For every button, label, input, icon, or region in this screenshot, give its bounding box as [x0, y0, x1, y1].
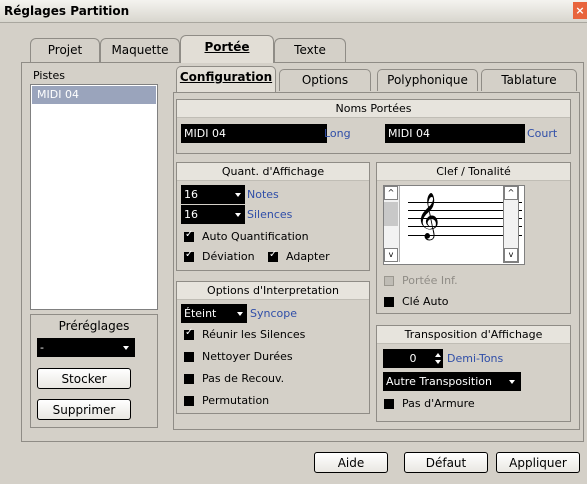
scroll-down-icon[interactable]: v — [384, 248, 398, 262]
scroll-thumb[interactable] — [384, 202, 398, 226]
merge-rests-label: Réunir les Silences — [202, 328, 306, 341]
list-item[interactable]: MIDI 04 — [32, 86, 156, 104]
scroll-down-icon[interactable]: v — [504, 248, 518, 262]
shuffle-checkbox[interactable] — [184, 396, 194, 406]
presets-value: - — [40, 341, 44, 354]
rests-select[interactable]: 16 — [181, 205, 245, 224]
adapt-checkbox[interactable] — [268, 249, 278, 262]
shuffle-label: Permutation — [202, 394, 270, 407]
scroll-up-icon[interactable]: ^ — [384, 186, 398, 200]
apply-button[interactable]: Appliquer — [496, 452, 580, 473]
score-settings-window: Réglages Partition × Projet Maquette Tex… — [0, 0, 587, 484]
no-overlap-checkbox[interactable] — [184, 374, 194, 384]
chevron-down-icon — [237, 312, 243, 316]
other-transpose-value: Autre Transposition — [386, 375, 492, 388]
syncope-label: Syncope — [250, 307, 297, 320]
merge-rests-checkbox[interactable] — [184, 327, 194, 340]
scroll-up-icon[interactable]: ^ — [504, 186, 518, 200]
delete-button[interactable]: Supprimer — [37, 399, 131, 420]
clean-durations-checkbox[interactable] — [184, 352, 194, 362]
notes-label: Notes — [247, 188, 279, 201]
lower-staff-checkbox — [384, 276, 394, 286]
chevron-down-icon — [235, 193, 241, 197]
tab-maquette[interactable]: Maquette — [100, 38, 180, 62]
adapt-label: Adapter — [286, 250, 330, 263]
tab-polyphonique[interactable]: Polyphonique — [377, 69, 478, 91]
transpose-value: 0 — [409, 352, 417, 365]
lower-staff-label: Portée Inf. — [402, 274, 458, 287]
auto-quantize-label: Auto Quantification — [202, 230, 309, 243]
key-scrollbar[interactable]: ^ v — [503, 185, 519, 263]
display-transpose-title: Transposition d'Affichage — [377, 326, 570, 344]
auto-clef-checkbox[interactable] — [384, 297, 394, 307]
tab-projet[interactable]: Projet — [30, 38, 100, 62]
tab-options[interactable]: Options — [279, 69, 371, 91]
interpretation-title: Options d'Interpretation — [177, 282, 369, 300]
chevron-down-icon — [509, 380, 515, 384]
deviation-checkbox[interactable] — [184, 249, 194, 262]
treble-clef-icon: 𝄞 — [416, 193, 440, 239]
tab-texte[interactable]: Texte — [274, 38, 346, 62]
close-icon[interactable]: × — [573, 2, 587, 19]
rests-label: Silences — [247, 208, 293, 221]
auto-clef-label: Clé Auto — [402, 295, 449, 308]
staff-names-box: Noms Portées MIDI 04 Long MIDI 04 Court — [176, 99, 571, 154]
auto-quantize-checkbox[interactable] — [184, 229, 194, 242]
short-name-input[interactable]: MIDI 04 — [385, 124, 525, 143]
transpose-value-input[interactable]: 0 — [383, 349, 443, 368]
notes-select[interactable]: 16 — [181, 185, 245, 204]
presets-box: Préréglages - Stocker Supprimer — [30, 314, 158, 428]
tab-portee[interactable]: Portée — [180, 35, 274, 63]
notes-value: 16 — [184, 188, 198, 201]
no-key-signature-label: Pas d'Armure — [402, 397, 475, 410]
display-quantize-title: Quant. d'Affichage — [177, 163, 369, 181]
store-button[interactable]: Stocker — [37, 368, 131, 389]
syncope-select[interactable]: Éteint — [181, 304, 247, 323]
staff-names-title: Noms Portées — [177, 100, 570, 118]
long-label: Long — [324, 127, 351, 140]
title-bar[interactable]: Réglages Partition × — [0, 0, 587, 23]
tab-configuration[interactable]: Configuration — [176, 66, 276, 92]
clean-durations-label: Nettoyer Durées — [202, 350, 293, 363]
tab-tablature[interactable]: Tablature — [481, 69, 577, 91]
help-button[interactable]: Aide — [314, 452, 388, 473]
clef-key-box: Clef / Tonalité ^ v 𝄞 ^ v Portée Inf. Cl… — [376, 162, 571, 314]
chevron-down-icon — [123, 346, 129, 350]
semitones-label: Demi-Tons — [447, 352, 504, 365]
interpretation-box: Options d'Interpretation Éteint Syncope … — [176, 281, 370, 414]
pistes-label: Pistes — [33, 69, 65, 82]
window-title: Réglages Partition — [4, 4, 130, 18]
other-transpose-select[interactable]: Autre Transposition — [383, 372, 521, 391]
presets-select[interactable]: - — [37, 338, 135, 357]
syncope-value: Éteint — [184, 307, 217, 320]
presets-label: Préréglages — [58, 319, 130, 333]
deviation-label: Déviation — [202, 250, 255, 263]
display-transpose-box: Transposition d'Affichage 0 Demi-Tons Au… — [376, 325, 571, 422]
display-quantize-box: Quant. d'Affichage 16 Notes 16 Silences … — [176, 162, 370, 271]
short-label: Court — [527, 127, 558, 140]
no-overlap-label: Pas de Recouv. — [202, 372, 285, 385]
rests-value: 16 — [184, 208, 198, 221]
spin-down-icon[interactable] — [435, 360, 441, 364]
tracks-list[interactable]: MIDI 04 — [30, 84, 158, 310]
clef-key-title: Clef / Tonalité — [377, 163, 570, 181]
spin-up-icon[interactable] — [435, 353, 441, 357]
clef-scrollbar[interactable]: ^ v — [384, 186, 400, 262]
no-key-signature-checkbox[interactable] — [384, 399, 394, 409]
default-button[interactable]: Défaut — [404, 452, 488, 473]
chevron-down-icon — [235, 213, 241, 217]
long-name-input[interactable]: MIDI 04 — [181, 124, 327, 143]
